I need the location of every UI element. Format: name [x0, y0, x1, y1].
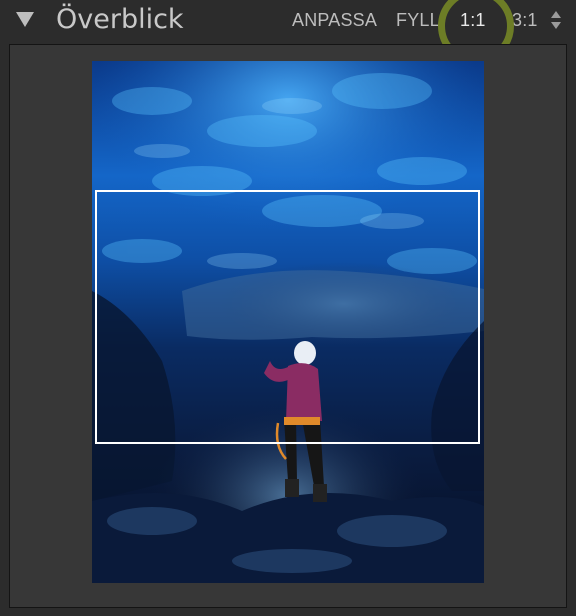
- zoom-stepper-icon[interactable]: [551, 10, 563, 30]
- panel-header: Överblick ANPASSA FYLL 1:1 3:1: [0, 0, 576, 64]
- zoom-option-fit[interactable]: ANPASSA: [292, 8, 377, 32]
- preview-image[interactable]: [92, 61, 484, 583]
- collapse-triangle-icon[interactable]: [16, 12, 34, 27]
- zoom-option-3-to-1[interactable]: 3:1: [512, 8, 538, 32]
- stepper-up-icon[interactable]: [551, 11, 561, 18]
- navigator-panel: [9, 44, 567, 608]
- stepper-down-icon[interactable]: [551, 22, 561, 29]
- panel-title: Överblick: [56, 4, 184, 35]
- zoom-option-1-to-1[interactable]: 1:1: [460, 8, 486, 32]
- zoom-option-fill[interactable]: FYLL: [396, 8, 440, 32]
- navigator-viewport-rectangle[interactable]: [95, 190, 480, 444]
